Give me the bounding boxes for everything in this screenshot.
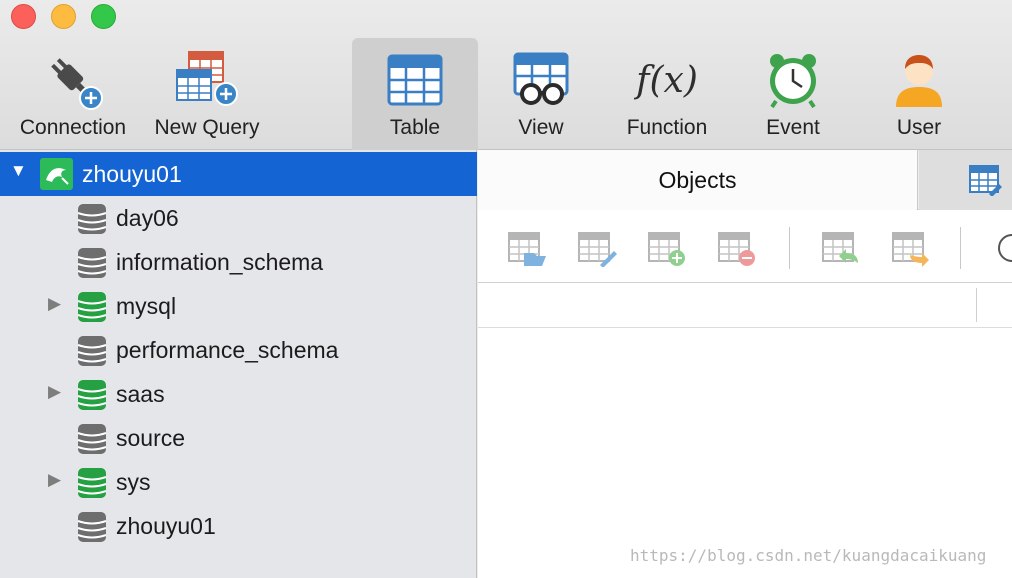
tree-database-row[interactable]: zhouyu01 <box>0 504 477 548</box>
database-icon <box>77 422 107 461</box>
minimize-window-button[interactable] <box>51 4 76 29</box>
user-button[interactable]: User <box>876 38 962 150</box>
open-table-icon[interactable] <box>508 231 548 272</box>
window-controls <box>11 4 116 29</box>
disclosure-expanded-icon[interactable]: ▼ <box>10 161 27 181</box>
alarm-clock-icon <box>764 38 822 114</box>
view-button[interactable]: View <box>490 38 592 150</box>
tree-database-label: mysql <box>116 292 177 319</box>
disclosure-collapsed-icon[interactable]: ▶ <box>48 382 61 402</box>
tree-database-row[interactable]: ▶ saas <box>0 372 477 416</box>
table-edit-icon <box>969 164 1003 201</box>
tree-database-label: sys <box>116 468 151 495</box>
event-label: Event <box>766 116 820 139</box>
zoom-window-button[interactable] <box>91 4 116 29</box>
objects-pane: Objects https://blog.csdn.net/kuangdacai… <box>478 150 1012 578</box>
connection-button[interactable]: Connection <box>10 38 136 150</box>
window-toolbar: Connection New Query Table View f(x) Fun… <box>0 0 1012 150</box>
design-table-icon[interactable] <box>578 231 618 272</box>
disclosure-collapsed-icon[interactable]: ▶ <box>48 294 61 314</box>
tab-objects-label: Objects <box>658 166 737 193</box>
import-wizard-icon[interactable] <box>822 231 862 272</box>
toolbar-separator <box>789 227 790 269</box>
tree-database-label: source <box>116 424 186 451</box>
tree-database-row[interactable]: information_schema <box>0 240 477 284</box>
tree-database-label: day06 <box>116 204 179 231</box>
tree-database-row[interactable]: ▶ sys <box>0 460 477 504</box>
object-tree-sidebar: ▼ zhouyu01 day06 information_schema ▶ mysql… <box>0 150 477 578</box>
table-button[interactable]: Table <box>352 38 478 150</box>
user-label: User <box>896 116 942 139</box>
plug-icon <box>41 38 105 114</box>
objects-list-header <box>478 284 1012 328</box>
tree-connection-label: zhouyu01 <box>82 160 182 187</box>
search-icon[interactable] <box>996 233 1012 268</box>
view-icon <box>511 38 571 114</box>
view-label: View <box>518 116 564 139</box>
tree-connection-row[interactable]: ▼ zhouyu01 <box>0 152 477 196</box>
new-table-icon[interactable] <box>648 231 688 272</box>
table-icon <box>387 38 443 114</box>
database-icon <box>77 378 107 417</box>
function-glyph: f(x) <box>636 59 698 101</box>
export-wizard-icon[interactable] <box>892 231 932 272</box>
database-icon <box>77 510 107 549</box>
column-separator <box>976 288 977 322</box>
database-icon <box>77 202 107 241</box>
tree-database-row[interactable]: day06 <box>0 196 477 240</box>
tree-database-row[interactable]: source <box>0 416 477 460</box>
watermark-text: https://blog.csdn.net/kuangdacaikuang <box>630 546 987 565</box>
delete-table-icon[interactable] <box>718 231 758 272</box>
tab-objects[interactable]: Objects <box>478 150 918 210</box>
function-icon: f(x) <box>636 38 698 114</box>
connection-label: Connection <box>19 116 127 139</box>
database-icon <box>77 246 107 285</box>
tree-database-label: performance_schema <box>116 336 339 363</box>
user-icon <box>892 38 946 114</box>
database-icon <box>77 290 107 329</box>
toolbar-separator <box>960 227 961 269</box>
disclosure-collapsed-icon[interactable]: ▶ <box>48 470 61 490</box>
objects-toolbar <box>478 211 1012 283</box>
new-query-icon <box>173 38 241 114</box>
tree-database-row[interactable]: performance_schema <box>0 328 477 372</box>
tree-database-label: information_schema <box>116 248 324 275</box>
new-query-label: New Query <box>154 116 260 139</box>
tree-database-label: saas <box>116 380 165 407</box>
event-button[interactable]: Event <box>748 38 838 150</box>
function-button[interactable]: f(x) Function <box>612 38 722 150</box>
tab-table-design[interactable] <box>919 150 1012 210</box>
function-label: Function <box>626 116 708 139</box>
tree-database-row[interactable]: ▶ mysql <box>0 284 477 328</box>
tab-bar: Objects <box>478 150 1012 210</box>
database-icon <box>77 466 107 505</box>
new-query-button[interactable]: New Query <box>146 38 268 150</box>
tree-database-label: zhouyu01 <box>116 512 216 539</box>
mysql-connection-icon <box>40 158 73 195</box>
table-label: Table <box>389 116 441 139</box>
close-window-button[interactable] <box>11 4 36 29</box>
database-icon <box>77 334 107 373</box>
